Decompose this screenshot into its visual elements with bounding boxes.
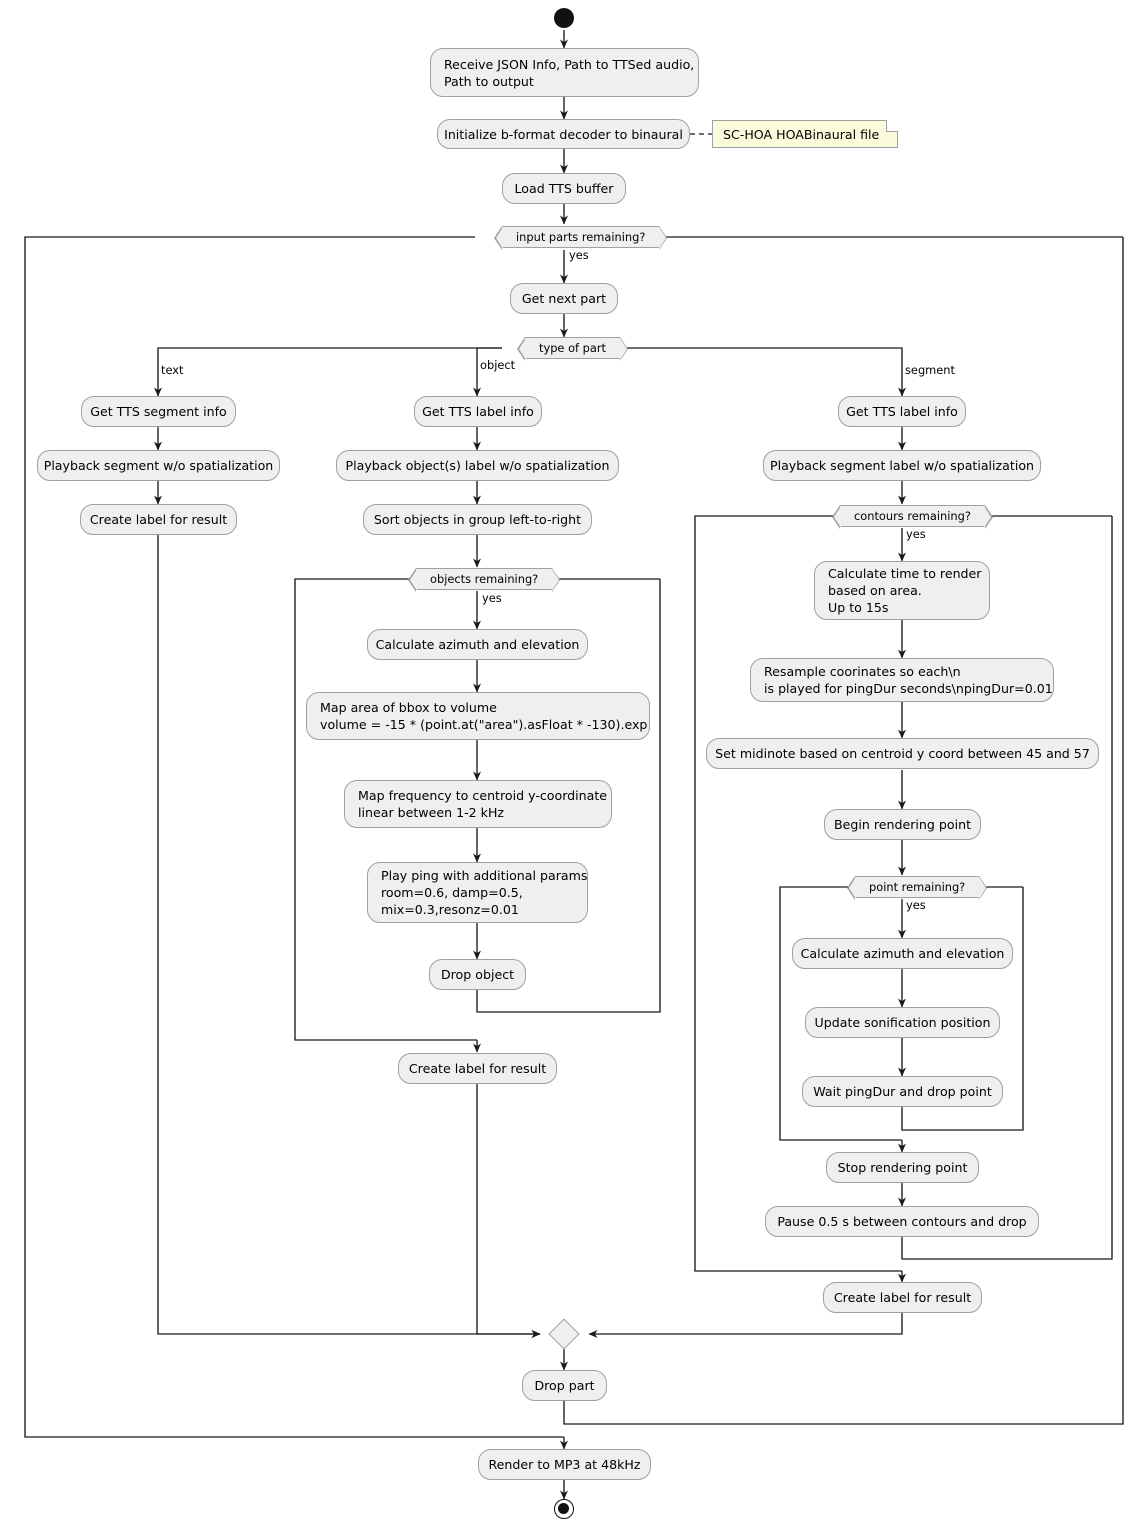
activity-segment-resample-coordinates[interactable]: Resample coorinates so each\n is played … xyxy=(750,658,1054,702)
activity-object-get-tts-label-info[interactable]: Get TTS label info xyxy=(414,396,542,427)
activity-text-create-label[interactable]: Create label for result xyxy=(80,504,237,535)
diamond-right-mask xyxy=(551,569,559,591)
edge-label-point-yes: yes xyxy=(906,898,926,912)
diamond-right-mask xyxy=(978,877,986,899)
activity-segment-pause[interactable]: Pause 0.5 s between contours and drop xyxy=(765,1206,1039,1237)
decision-label: point remaining? xyxy=(869,880,966,894)
activity-object-sort[interactable]: Sort objects in group left-to-right xyxy=(363,504,592,535)
note-text: SC-HOA HOABinaural file xyxy=(723,126,880,142)
decision-label: type of part xyxy=(539,341,607,355)
edge-label-branch-text: text xyxy=(161,363,184,377)
decision-objects-remaining[interactable]: objects remaining? xyxy=(407,568,561,592)
activity-render-mp3[interactable]: Render to MP3 at 48kHz xyxy=(478,1449,651,1480)
diamond-right-mask xyxy=(619,338,627,360)
activity-object-playback-label[interactable]: Playback object(s) label w/o spatializat… xyxy=(336,450,619,481)
activity-segment-calculate-render-time[interactable]: Calculate time to render based on area. … xyxy=(814,561,990,620)
diamond-right-mask xyxy=(658,227,666,249)
note-fold-corner xyxy=(886,120,898,132)
activity-segment-create-label[interactable]: Create label for result xyxy=(823,1282,982,1313)
activity-object-map-area-to-volume[interactable]: Map area of bbox to volume volume = -15 … xyxy=(306,692,650,740)
edge-label-contours-yes: yes xyxy=(906,527,926,541)
decision-label: objects remaining? xyxy=(430,572,539,586)
activity-get-next-part[interactable]: Get next part xyxy=(510,283,618,314)
activity-object-calculate-azimuth[interactable]: Calculate azimuth and elevation xyxy=(367,629,588,660)
activity-object-drop[interactable]: Drop object xyxy=(429,959,526,990)
activity-segment-set-midinote[interactable]: Set midinote based on centroid y coord b… xyxy=(706,738,1099,769)
activity-drop-part[interactable]: Drop part xyxy=(522,1370,607,1401)
decision-label: contours remaining? xyxy=(854,509,971,523)
activity-object-map-frequency[interactable]: Map frequency to centroid y-coordinate l… xyxy=(344,780,612,828)
decision-input-parts-remaining[interactable]: input parts remaining? xyxy=(493,226,668,250)
edge-label-branch-object: object xyxy=(480,358,516,372)
activity-load-tts-buffer[interactable]: Load TTS buffer xyxy=(502,173,626,204)
diamond-left-mask xyxy=(409,569,417,591)
decision-point-remaining[interactable]: point remaining? xyxy=(846,876,988,900)
activity-text-playback-segment[interactable]: Playback segment w/o spatialization xyxy=(37,450,280,481)
edge-label-objects-yes: yes xyxy=(482,591,502,605)
activity-segment-get-tts-label-info[interactable]: Get TTS label info xyxy=(838,396,966,427)
diamond-left-mask xyxy=(518,338,526,360)
activity-receive-json[interactable]: Receive JSON Info, Path to TTSed audio, … xyxy=(430,48,699,97)
activity-point-calculate-azimuth[interactable]: Calculate azimuth and elevation xyxy=(792,938,1013,969)
merge-node xyxy=(548,1318,580,1350)
activity-segment-begin-rendering[interactable]: Begin rendering point xyxy=(824,809,981,840)
decision-type-of-part[interactable]: type of part xyxy=(516,337,629,361)
activity-segment-stop-rendering[interactable]: Stop rendering point xyxy=(826,1152,979,1183)
edge-label-input-parts-yes: yes xyxy=(569,248,589,262)
diamond-left-mask xyxy=(495,227,503,249)
activity-object-create-label[interactable]: Create label for result xyxy=(398,1053,557,1084)
activity-point-wait-pingdur[interactable]: Wait pingDur and drop point xyxy=(802,1076,1003,1107)
diamond-left-mask xyxy=(848,877,856,899)
activity-point-update-position[interactable]: Update sonification position xyxy=(805,1007,1000,1038)
end-node xyxy=(554,1499,574,1519)
activity-initialize-decoder[interactable]: Initialize b-format decoder to binaural xyxy=(437,119,690,149)
decision-label: input parts remaining? xyxy=(516,230,646,244)
activity-segment-playback-label[interactable]: Playback segment label w/o spatializatio… xyxy=(763,450,1041,481)
end-node-core xyxy=(558,1503,570,1515)
activity-object-play-ping[interactable]: Play ping with additional params room=0.… xyxy=(367,862,588,923)
note-sc-hoa-file: SC-HOA HOABinaural file xyxy=(712,120,898,148)
diamond-left-mask xyxy=(833,506,841,528)
start-node xyxy=(554,8,574,28)
activity-text-get-tts-segment-info[interactable]: Get TTS segment info xyxy=(81,396,236,427)
activity-diagram-canvas: Receive JSON Info, Path to TTSed audio, … xyxy=(0,0,1148,1530)
edge-label-branch-segment: segment xyxy=(905,363,955,377)
diamond-right-mask xyxy=(984,506,992,528)
decision-contours-remaining[interactable]: contours remaining? xyxy=(832,505,993,529)
